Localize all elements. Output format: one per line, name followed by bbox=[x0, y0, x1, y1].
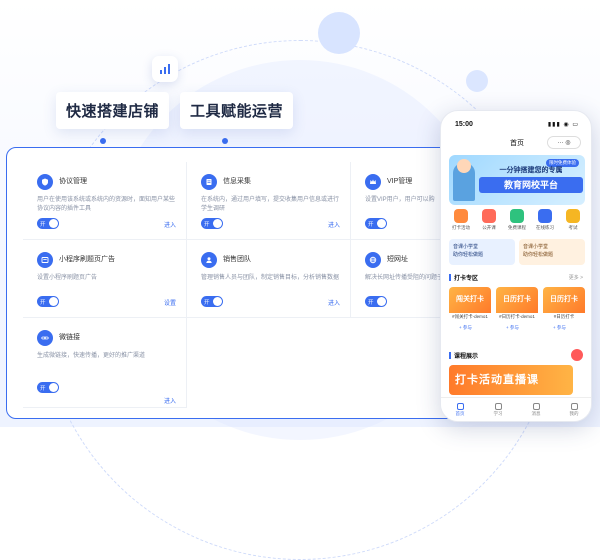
quick-store-tag: 快速搭建店铺 bbox=[56, 92, 170, 129]
ad-icon bbox=[37, 252, 53, 268]
book-icon bbox=[494, 402, 502, 410]
exam-icon bbox=[566, 209, 580, 223]
module-title: 销售团队 bbox=[223, 256, 251, 263]
join-link[interactable]: + 参与 bbox=[459, 325, 472, 331]
module-desc: 用户在使用该系统或系统内的资源时，面知用户某些协议内容的插件工具 bbox=[37, 197, 176, 212]
module-card-info-collect: 信息采集 在系统内，通过用户填写，提交收集用户信息或进行学生调研 开 进入 bbox=[187, 162, 351, 240]
checkin-icon bbox=[454, 209, 468, 223]
link-icon bbox=[37, 330, 53, 346]
module-title: 协议管理 bbox=[59, 178, 87, 185]
free-course-icon bbox=[510, 209, 524, 223]
module-enter-link[interactable]: 进入 bbox=[328, 298, 340, 307]
status-indicators: ▮▮▮ ◉ ▭ bbox=[547, 122, 579, 128]
module-enter-link[interactable]: 进入 bbox=[328, 220, 340, 229]
message-icon bbox=[532, 402, 540, 410]
course-banner[interactable]: 打卡活动直播课 bbox=[449, 365, 573, 395]
floating-service-button[interactable] bbox=[569, 347, 585, 363]
connector-dot bbox=[100, 138, 106, 144]
shortcut-checkin[interactable]: 打卡活动 bbox=[449, 209, 473, 231]
module-card-quiz-ad: 小程序刷题页广告 设置小程序刷题页广告 开 设置 bbox=[23, 240, 187, 318]
module-card-agreement: 协议管理 用户在使用该系统或系统内的资源时，面知用户某些协议内容的插件工具 开 … bbox=[23, 162, 187, 240]
banner-line1: 一分钟搭建您的专属 bbox=[499, 167, 563, 174]
tab-home[interactable]: 首页 bbox=[456, 402, 465, 417]
shortcut-exam[interactable]: 考试 bbox=[561, 209, 585, 231]
banner-line2: 教育网校平台 bbox=[479, 177, 583, 193]
module-title: 信息采集 bbox=[223, 178, 251, 185]
punch-card[interactable]: 日历打卡 #日历打卡 bbox=[543, 287, 585, 323]
promo-line2: 助你轻松做题 bbox=[523, 252, 554, 258]
module-desc: 在系统内，通过用户填写，提交收集用户信息或进行学生调研 bbox=[201, 197, 340, 212]
module-toggle[interactable]: 开 bbox=[37, 218, 59, 229]
module-toggle[interactable]: 开 bbox=[201, 218, 223, 229]
module-card-micro-link: 微链接 生成微链接，快速传播，更好的推广渠道 开 进入 bbox=[23, 318, 187, 408]
module-toggle[interactable]: 开 bbox=[201, 296, 223, 307]
globe-icon bbox=[365, 252, 381, 268]
module-title: 小程序刷题页广告 bbox=[59, 256, 115, 263]
module-title: VIP管理 bbox=[387, 178, 413, 185]
shortcut-row: 打卡活动 公开课 免费课程 在线练习 考试 bbox=[449, 209, 585, 231]
decorative-bubble bbox=[466, 70, 488, 92]
bottom-tabbar: 首页 学习 消息 我的 bbox=[441, 397, 591, 421]
tab-mine[interactable]: 我的 bbox=[570, 402, 579, 417]
module-toggle[interactable]: 开 bbox=[37, 382, 59, 393]
module-toggle[interactable]: 开 bbox=[365, 296, 387, 307]
status-time: 15:00 bbox=[455, 121, 473, 128]
connector-dot bbox=[222, 138, 228, 144]
phone-mockup: 15:00 ▮▮▮ ◉ ▭ 首页 ··· ◎ 限时免费体验 一分钟搭建您的专属 … bbox=[440, 110, 592, 422]
shield-icon bbox=[37, 174, 53, 190]
module-settings-link[interactable]: 设置 bbox=[164, 298, 176, 307]
module-desc: 设置小程序刷题页广告 bbox=[37, 275, 98, 281]
promo-line2: 助你轻松做题 bbox=[453, 252, 484, 258]
module-enter-link[interactable]: 进入 bbox=[164, 220, 176, 229]
promo-card[interactable]: 音课小学堂助你轻松做题 bbox=[449, 239, 515, 265]
module-toggle[interactable]: 开 bbox=[365, 218, 387, 229]
shortcut-practice[interactable]: 在线练习 bbox=[533, 209, 557, 231]
shortcut-free-course[interactable]: 免费课程 bbox=[505, 209, 529, 231]
punch-card[interactable]: 闯关打卡 #闯关打卡-demo1 bbox=[449, 287, 491, 323]
tool-ops-tag: 工具赋能运营 bbox=[180, 92, 294, 129]
user-icon bbox=[570, 402, 578, 410]
punch-card[interactable]: 日历打卡 #日历打卡-demo1 bbox=[496, 287, 538, 323]
home-icon bbox=[456, 402, 464, 410]
punch-section-header: 打卡专区 bbox=[449, 273, 478, 282]
promo-line1: 音课小学堂 bbox=[453, 244, 479, 250]
team-icon bbox=[201, 252, 217, 268]
miniprogram-capsule[interactable]: ··· ◎ bbox=[547, 136, 581, 149]
practice-icon bbox=[538, 209, 552, 223]
promo-line1: 音课小学堂 bbox=[523, 244, 549, 250]
promo-card[interactable]: 音课小学堂助你轻松做题 bbox=[519, 239, 585, 265]
join-link[interactable]: + 参与 bbox=[553, 325, 566, 331]
module-title: 微链接 bbox=[59, 334, 80, 341]
open-class-icon bbox=[482, 209, 496, 223]
crown-icon bbox=[365, 174, 381, 190]
module-title: 短网址 bbox=[387, 256, 408, 263]
tab-study[interactable]: 学习 bbox=[494, 402, 503, 417]
more-link[interactable]: 更多 > bbox=[569, 274, 583, 281]
module-toggle[interactable]: 开 bbox=[37, 296, 59, 307]
module-card-sales-team: 销售团队 管理销售人员与团队，制定销售目标，分析销售数据 开 进入 bbox=[187, 240, 351, 318]
shortcut-open-class[interactable]: 公开课 bbox=[477, 209, 501, 231]
module-desc: 管理销售人员与团队，制定销售目标，分析销售数据 bbox=[201, 275, 340, 281]
module-enter-link[interactable]: 进入 bbox=[164, 396, 176, 405]
student-illustration-head bbox=[457, 159, 471, 173]
chart-icon bbox=[152, 56, 178, 82]
form-icon bbox=[201, 174, 217, 190]
module-desc: 生成微链接，快速传播，更好的推广渠道 bbox=[37, 353, 146, 359]
course-section-header: 课程展示 bbox=[449, 351, 478, 360]
hero-banner[interactable]: 限时免费体验 一分钟搭建您的专属 教育网校平台 bbox=[449, 155, 585, 205]
tab-message[interactable]: 消息 bbox=[532, 402, 541, 417]
join-link[interactable]: + 参与 bbox=[506, 325, 519, 331]
module-panel: 协议管理 用户在使用该系统或系统内的资源时，面知用户某些协议内容的插件工具 开 … bbox=[6, 147, 476, 419]
decorative-bubble bbox=[318, 12, 360, 54]
